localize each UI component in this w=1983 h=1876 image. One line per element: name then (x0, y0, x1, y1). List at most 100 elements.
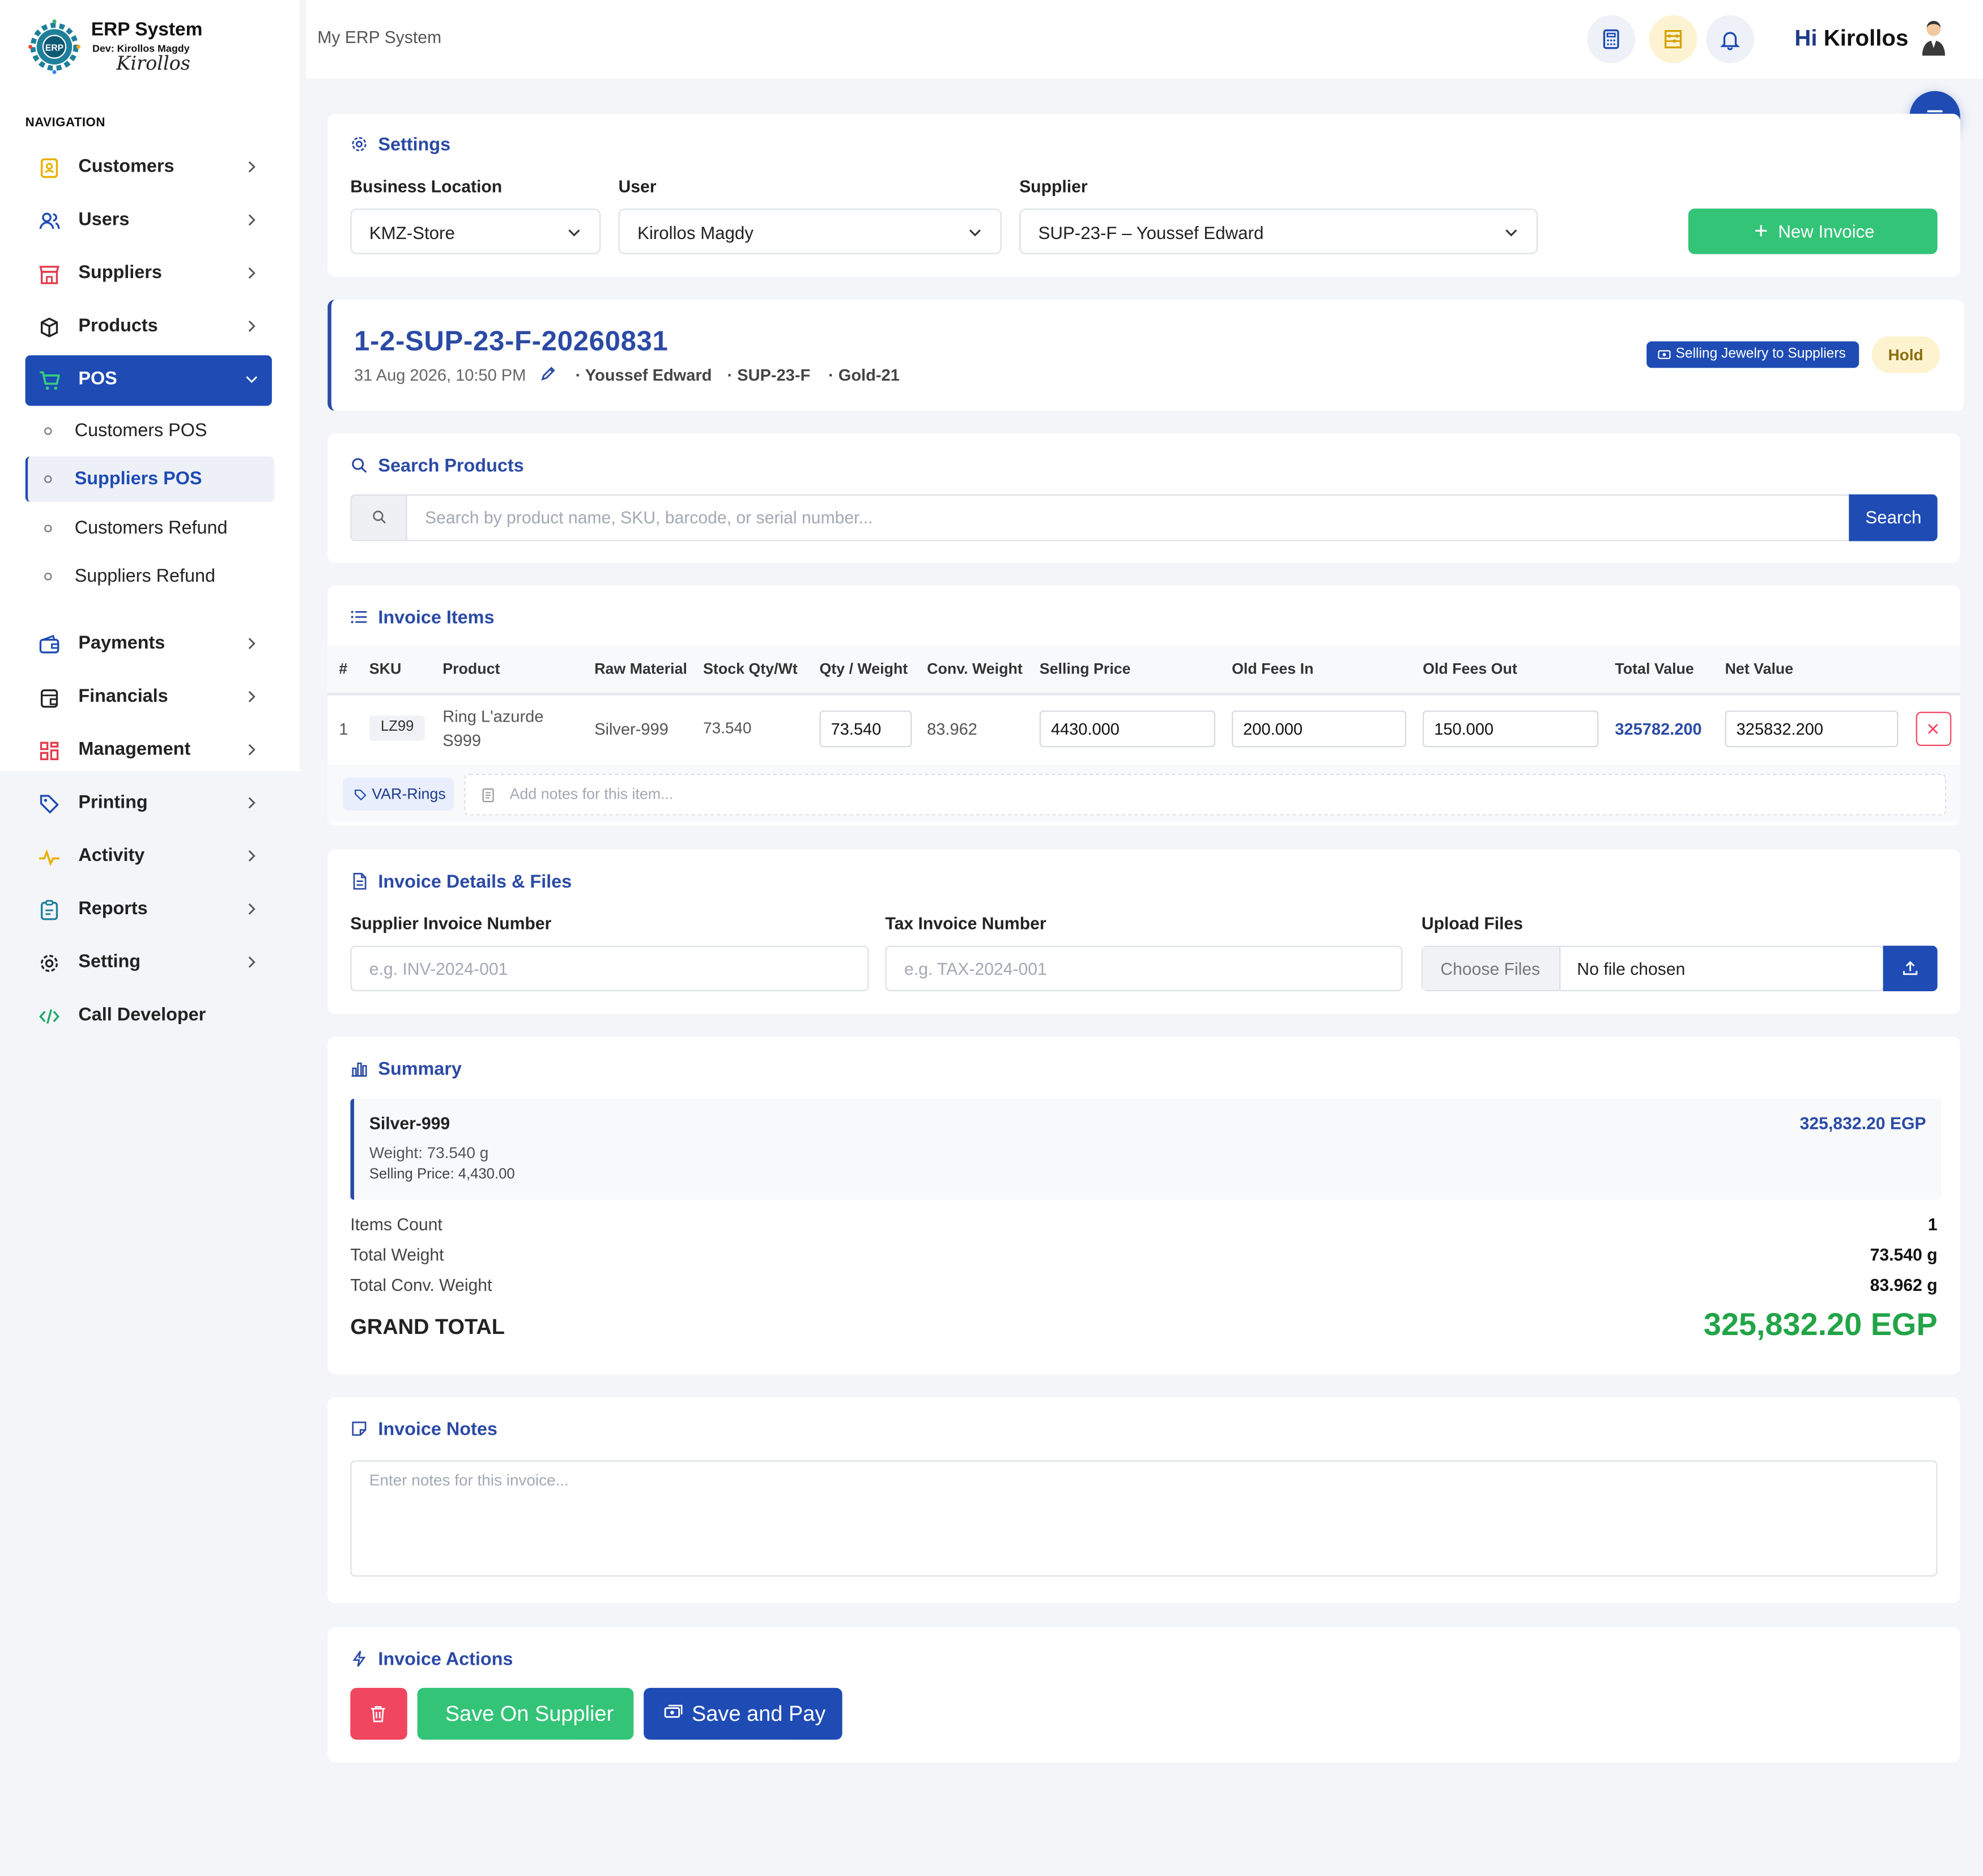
old-fees-out-input[interactable]: 150.000 (1423, 710, 1599, 748)
search-button-label: Search (1865, 507, 1922, 527)
choose-files-button[interactable]: Choose Files (1423, 946, 1561, 990)
material-name: Silver-999 (369, 1114, 450, 1133)
search-input[interactable]: Search by product name, SKU, barcode, or… (406, 494, 1850, 542)
tax-invoice-input[interactable]: e.g. TAX-2024-001 (885, 945, 1403, 991)
top-bar: My ERP System Hi Kirollos (306, 0, 1983, 79)
sidebar-item-label: Payments (78, 633, 165, 654)
column-header: Qty / Weight (819, 660, 908, 678)
sidebar-item-management[interactable]: Management (25, 726, 272, 776)
save-on-supplier-label: Save On Supplier (445, 1702, 614, 1726)
remove-item-button[interactable] (1916, 711, 1952, 746)
search-placeholder: Search by product name, SKU, barcode, or… (424, 508, 873, 527)
sidebar-item-label: Financials (78, 687, 168, 707)
selling-price-input[interactable]: 4430.000 (1039, 710, 1216, 748)
new-invoice-button[interactable]: New Invoice (1688, 208, 1938, 254)
abacus-button[interactable] (1649, 15, 1697, 63)
brand-logo[interactable]: ERP ERP System Dev: Kirollos Magdy Kirol… (25, 15, 278, 81)
net-value-input[interactable]: 325832.200 (1725, 710, 1899, 748)
users-icon (39, 212, 60, 229)
sidebar-item-label: Products (78, 316, 158, 336)
supplier-invoice-placeholder: e.g. INV-2024-001 (369, 960, 508, 979)
chevron-down-icon (969, 229, 981, 237)
upload-button[interactable] (1883, 945, 1938, 991)
sidebar-item-label: Printing (78, 792, 148, 813)
business-location-select[interactable]: KMZ-Store (350, 208, 601, 254)
chevron-right-icon (248, 320, 256, 332)
old-fees-out-value: 150.000 (1434, 719, 1494, 739)
svg-text:ERP: ERP (45, 43, 63, 53)
edit-icon[interactable] (540, 365, 556, 382)
sidebar-item-payments[interactable]: Payments (25, 620, 272, 670)
abacus-icon (1665, 30, 1682, 49)
sidebar-item-label: Management (78, 739, 191, 760)
sidebar-item-label: Call Developer (78, 1005, 206, 1026)
settings-title: Settings (350, 135, 450, 156)
sidebar-item-label: Suppliers (78, 263, 162, 283)
supplier-invoice-label: Supplier Invoice Number (350, 914, 552, 933)
invoice-notes-textarea[interactable]: Enter notes for this invoice... (350, 1460, 1938, 1577)
sidebar-item-call-developer[interactable]: Call Developer (25, 991, 272, 1042)
sidebar-item-printing[interactable]: Printing (25, 779, 272, 829)
sidebar-subitem-suppliers-pos[interactable]: Suppliers POS (25, 456, 275, 502)
chevron-down-icon (246, 376, 258, 383)
item-notes-input[interactable]: Add notes for this item... (464, 774, 1947, 816)
column-header: Old Fees Out (1423, 660, 1517, 678)
sidebar-item-setting[interactable]: Setting (25, 938, 272, 988)
variant-text: VAR-Rings (372, 785, 446, 803)
sidebar-item-pos[interactable]: POS (25, 355, 272, 406)
sidebar-item-suppliers[interactable]: Suppliers (25, 249, 272, 300)
save-and-pay-button[interactable]: Save and Pay (644, 1687, 842, 1740)
sidebar-item-label: Reports (78, 899, 148, 919)
sidebar-item-reports[interactable]: Reports (25, 885, 272, 935)
total-conv-value: 83.962 g (1870, 1276, 1938, 1295)
material-total: 325,832.20 EGP (1799, 1114, 1926, 1133)
sidebar-subitem-label: Customers POS (74, 421, 207, 442)
column-header: Selling Price (1039, 660, 1131, 678)
upload-files-label: Upload Files (1421, 914, 1524, 933)
items-count-label: Items Count (350, 1215, 442, 1234)
delete-invoice-button[interactable] (350, 1687, 407, 1740)
sidebar-subitem-customers-refund[interactable]: Customers Refund (25, 506, 272, 551)
new-invoice-label: New Invoice (1778, 221, 1875, 242)
file-icon (353, 873, 367, 890)
sidebar-item-customers[interactable]: Customers (25, 143, 272, 193)
status-badge: Hold (1871, 336, 1941, 373)
invoice-header-card: 1-2-SUP-23-F-20260831 31 Aug 2026, 10:50… (327, 300, 1964, 411)
supplier-invoice-input[interactable]: e.g. INV-2024-001 (350, 945, 869, 991)
avatar-icon[interactable] (1920, 19, 1947, 57)
qty-input[interactable]: 73.540 (819, 710, 912, 748)
sidebar: ERP ERP System Dev: Kirollos Magdy Kirol… (0, 0, 300, 1025)
chevron-right-icon (248, 638, 256, 650)
search-addon (350, 494, 407, 542)
search-icon (352, 458, 367, 473)
calculator-button[interactable] (1587, 15, 1636, 63)
supplier-select[interactable]: SUP-23-F – Youssef Edward (1019, 208, 1538, 254)
no-file-text: No file chosen (1577, 960, 1686, 979)
search-button[interactable]: Search (1849, 494, 1938, 542)
invoice-material: · Gold-21 (828, 365, 900, 385)
sidebar-item-products[interactable]: Products (25, 302, 272, 352)
items-count-value: 1 (1927, 1215, 1938, 1234)
total-weight-value: 73.540 g (1870, 1245, 1938, 1265)
sticky-note-icon (352, 1421, 367, 1436)
money-icon (664, 1704, 683, 1718)
save-on-supplier-button[interactable]: Save On Supplier (417, 1687, 634, 1740)
user-select[interactable]: Kirollos Magdy (618, 208, 1002, 254)
sidebar-item-users[interactable]: Users (25, 196, 272, 246)
raw-material: Silver-999 (594, 719, 669, 739)
business-location-value: KMZ-Store (369, 222, 455, 243)
item-notes-placeholder: Add notes for this item... (509, 785, 674, 803)
bullet-icon (44, 525, 52, 532)
sidebar-subitem-customers-pos[interactable]: Customers POS (25, 408, 272, 454)
invoice-details-card: Invoice Details & Files Supplier Invoice… (327, 849, 1960, 1014)
tag-icon (355, 789, 367, 800)
sidebar-item-activity[interactable]: Activity (25, 832, 272, 882)
notifications-button[interactable] (1706, 15, 1754, 63)
note-icon (482, 788, 494, 803)
chevron-right-icon (248, 797, 256, 809)
chevron-right-icon (248, 903, 256, 915)
old-fees-in-input[interactable]: 200.000 (1232, 710, 1407, 748)
sidebar-item-financials[interactable]: Financials (25, 672, 272, 723)
file-input[interactable]: Choose Files No file chosen (1421, 945, 1884, 991)
sidebar-subitem-suppliers-refund[interactable]: Suppliers Refund (25, 554, 272, 599)
